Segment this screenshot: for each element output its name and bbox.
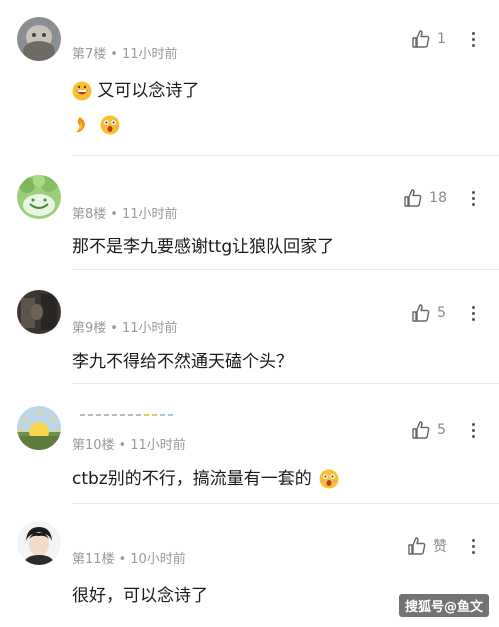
more-options-button[interactable] (463, 418, 483, 442)
floor-label: 第11楼 (72, 552, 115, 567)
dark-photo-avatar-image (17, 290, 61, 334)
separator-dot: • (110, 207, 118, 222)
comment-text: 又可以念诗了 (72, 76, 199, 101)
like-button[interactable]: 18 (403, 186, 447, 210)
time-label: 10小时前 (130, 552, 186, 567)
comment-text: ctbz别的不行，搞流量有一套的 (72, 464, 339, 489)
comment-meta: 第8楼 • 11小时前 (72, 203, 178, 222)
time-label: 11小时前 (121, 321, 178, 336)
comment-text: 很好，可以念诗了 (72, 586, 208, 606)
portrait-avatar-image (17, 521, 61, 565)
comment-meta: 第7楼 • 11小时前 (72, 43, 178, 62)
comment-text: 那不是李九要感谢ttg让狼队回家了 (72, 237, 335, 257)
separator-dot: • (110, 321, 118, 336)
thumbs-up-icon (404, 189, 422, 207)
surprised-emoji (319, 469, 339, 489)
comment-meta: 第11楼 • 10小时前 (72, 548, 186, 567)
thumbs-up-icon (412, 30, 430, 48)
grin-emoji (72, 81, 92, 101)
username-placeholder (80, 414, 173, 418)
like-count: 18 (429, 190, 447, 206)
floor-label: 第10楼 (72, 438, 115, 453)
user-avatar[interactable] (17, 17, 61, 61)
floor-label: 第7楼 (72, 47, 107, 62)
time-label: 11小时前 (130, 438, 186, 453)
user-avatar[interactable] (17, 175, 61, 219)
like-count: 5 (437, 422, 446, 438)
like-button[interactable]: 5 (411, 301, 447, 325)
sunrise-avatar-image (17, 406, 61, 450)
comment-meta: 第9楼 • 11小时前 (72, 317, 178, 336)
comment-text-content: 又可以念诗了 (97, 81, 200, 101)
more-options-button[interactable] (463, 27, 483, 51)
thumbs-up-icon (408, 537, 426, 555)
surprised-emoji (100, 115, 120, 135)
like-count: 1 (437, 31, 446, 47)
like-button[interactable]: 1 (411, 27, 447, 51)
user-avatar[interactable] (17, 290, 61, 334)
like-button[interactable]: 赞 (407, 534, 447, 558)
more-options-button[interactable] (463, 186, 483, 210)
like-count: 5 (437, 305, 446, 321)
more-options-button[interactable] (463, 534, 483, 558)
floor-label: 第8楼 (72, 207, 107, 222)
flame-emoji (72, 115, 92, 135)
user-avatar[interactable] (17, 406, 61, 450)
comment-item: 第10楼 • 11小时前 ctbz别的不行，搞流量有一套的 5 (0, 384, 499, 504)
user-avatar[interactable] (17, 521, 61, 565)
comment-item: 第9楼 • 11小时前 李九不得给不然通天磕个头？ 5 (0, 270, 499, 384)
stone-statue-avatar-image (17, 17, 61, 61)
comment-item: 第8楼 • 11小时前 那不是李九要感谢ttg让狼队回家了 18 (0, 156, 499, 270)
comment-item: 第7楼 • 11小时前 又可以念诗了 1 (0, 0, 499, 156)
like-count: 赞 (433, 539, 447, 555)
more-options-button[interactable] (463, 301, 483, 325)
time-label: 11小时前 (121, 47, 178, 62)
comment-text-content: ctbz别的不行，搞流量有一套的 (72, 469, 312, 489)
floor-label: 第9楼 (72, 321, 107, 336)
separator-dot: • (110, 47, 118, 62)
emoji-row (72, 115, 120, 135)
thumbs-up-icon (412, 421, 430, 439)
comment-meta: 第10楼 • 11小时前 (72, 434, 186, 453)
time-label: 11小时前 (121, 207, 178, 222)
like-button[interactable]: 5 (411, 418, 447, 442)
separator-dot: • (118, 552, 127, 567)
comment-text: 李九不得给不然通天磕个头？ (72, 352, 293, 372)
watermark: 搜狐号@鱼文 (398, 594, 489, 617)
green-smile-avatar-image (17, 175, 61, 219)
thumbs-up-icon (412, 304, 430, 322)
separator-dot: • (118, 438, 127, 453)
